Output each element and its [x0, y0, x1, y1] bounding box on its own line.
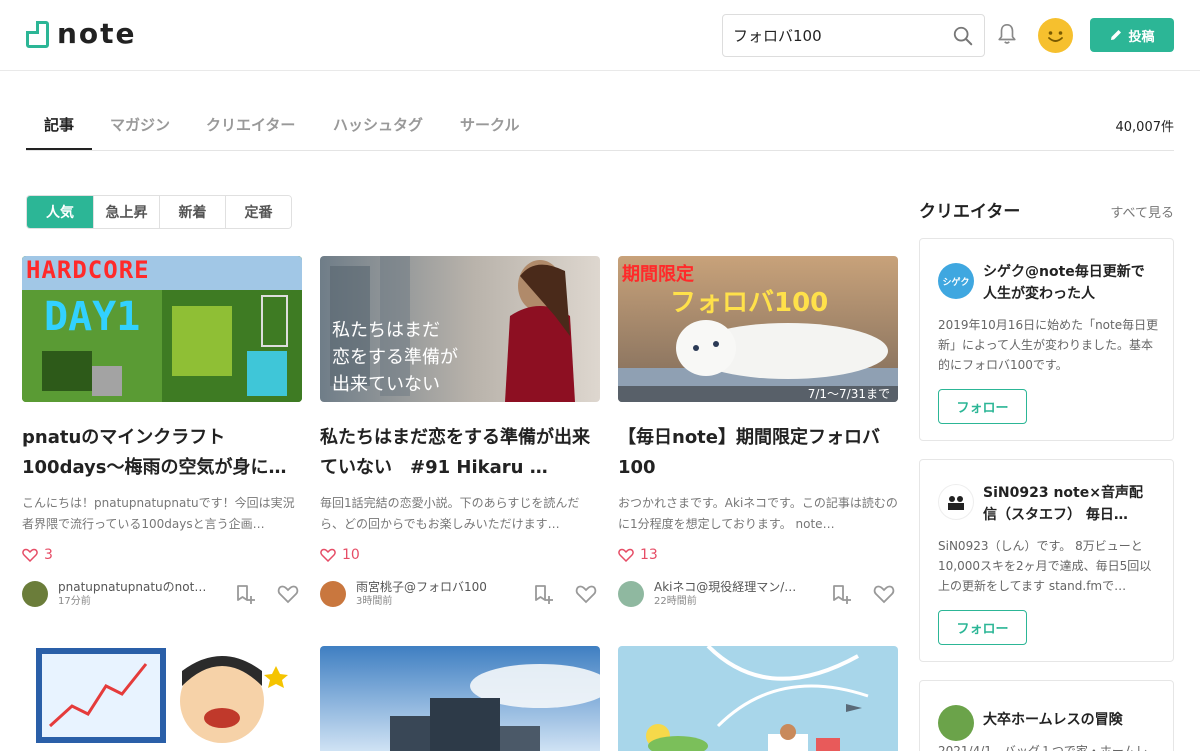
- author-name[interactable]: pnatupnatupnatuのnot…: [58, 580, 208, 595]
- article-thumbnail[interactable]: [320, 646, 600, 751]
- tab-creators[interactable]: クリエイター: [206, 114, 295, 135]
- thumbnail-caption: DAY1: [44, 294, 141, 340]
- thumbnail-caption: 出来ていない: [332, 374, 440, 395]
- tab-articles[interactable]: 記事: [44, 114, 74, 135]
- like-heart-icon[interactable]: [574, 582, 598, 606]
- like-heart-icon[interactable]: [276, 582, 300, 606]
- post-time: 3時間前: [356, 595, 393, 607]
- creator-name[interactable]: 大卒ホームレスの冒険: [983, 709, 1153, 731]
- creator-avatar[interactable]: [938, 484, 974, 520]
- add-to-magazine-icon[interactable]: [532, 582, 556, 606]
- article-excerpt: おつかれさまです。Akiネコです。この記事は読むのに1分程度を想定しております。…: [618, 496, 898, 531]
- article-thumbnail[interactable]: [618, 646, 898, 751]
- heart-outline-icon: [22, 548, 38, 562]
- post-time: 17分前: [58, 595, 91, 607]
- creators-heading: クリエイター: [919, 202, 1021, 222]
- thumbnail-caption: 私たちはまだ: [332, 320, 440, 341]
- like-heart-icon[interactable]: [872, 582, 896, 606]
- creator-description: SiN0923（しん）です。 8万ビューと10,000スキを2ヶ月で達成、毎日5…: [938, 539, 1152, 593]
- tab-magazines[interactable]: マガジン: [110, 114, 170, 135]
- sort-segment: 人気 急上昇 新着 定番: [26, 195, 292, 229]
- pencil-icon: [1111, 30, 1122, 40]
- like-count-value: 10: [342, 547, 360, 563]
- thumbnail-caption: フォロバ100: [670, 288, 829, 318]
- creator-card: シゲク シゲク@note毎日更新で人生が変わった人 2019年10月16日に始め…: [919, 238, 1174, 441]
- post-button[interactable]: 投稿: [1090, 18, 1174, 52]
- article-card[interactable]: 私たちはまだ 恋をする準備が 出来ていない 私たちはまだ恋をする準備が出来ていな…: [320, 256, 600, 609]
- author-avatar[interactable]: [320, 581, 346, 607]
- creator-description: 2019年10月16日に始めた「note毎日更新」によって人生が変わりました。基…: [938, 318, 1159, 372]
- note-logo[interactable]: note: [26, 20, 137, 48]
- article-thumbnail[interactable]: 期間限定 フォロバ100 7/1〜7/31まで: [618, 256, 898, 402]
- creator-name[interactable]: SiN0923 note×音声配信（スタエフ） 毎日…: [983, 482, 1153, 526]
- search-input[interactable]: [723, 15, 938, 56]
- article-excerpt: 毎回1話完結の恋愛小説。下のあらすじを読んだら、どの回からでもお楽しみいただけま…: [320, 496, 580, 531]
- author-avatar[interactable]: [618, 581, 644, 607]
- article-card[interactable]: HARDCORE DAY1 pnatuのマインクラフト100days～梅雨の空気…: [22, 256, 302, 609]
- tab-hashtags[interactable]: ハッシュタグ: [333, 114, 423, 135]
- creator-card: SiN0923 note×音声配信（スタエフ） 毎日… SiN0923（しん）で…: [919, 459, 1174, 662]
- creator-avatar[interactable]: シゲク: [938, 263, 974, 299]
- author-avatar[interactable]: [22, 581, 48, 607]
- article-title[interactable]: 私たちはまだ恋をする準備が出来ていない #91 Hikaru …: [320, 423, 600, 483]
- search-box: [722, 14, 985, 57]
- heart-outline-icon: [320, 548, 336, 562]
- creator-logo-icon: [948, 496, 964, 510]
- creator-card: 大卒ホームレスの冒険 2021/4/1 バッグ１つで家・ホームレ: [919, 680, 1174, 751]
- creator-avatar-text: シゲク: [942, 277, 970, 288]
- author-name[interactable]: Akiネコ@現役経理マン/期…: [654, 580, 804, 595]
- like-count: 3: [22, 545, 302, 565]
- user-avatar[interactable]: [1038, 18, 1073, 53]
- article-card[interactable]: 期間限定 フォロバ100 7/1〜7/31まで 【毎日note】期間限定フォロバ…: [618, 256, 898, 609]
- like-count-value: 3: [44, 547, 53, 563]
- thumbnail-caption: 7/1〜7/31まで: [807, 387, 890, 401]
- logo-text: note: [57, 17, 137, 50]
- article-meta: 雨宮桃子@フォロバ100 3時間前: [320, 579, 600, 609]
- article-title[interactable]: pnatuのマインクラフト100days～梅雨の空気が身にしみ…: [22, 423, 302, 483]
- header: note 投稿: [0, 0, 1200, 71]
- article-title[interactable]: 【毎日note】期間限定フォロバ100: [618, 423, 898, 483]
- note-logo-icon: [26, 20, 49, 48]
- sort-new[interactable]: 新着: [159, 196, 225, 228]
- like-count-value: 13: [640, 547, 658, 563]
- like-count: 10: [320, 545, 600, 565]
- thumbnail-caption: HARDCORE: [26, 256, 150, 284]
- smiley-face-icon: [1048, 31, 1063, 42]
- article-meta: Akiネコ@現役経理マン/期… 22時間前: [618, 579, 898, 609]
- sort-trending[interactable]: 急上昇: [93, 196, 159, 228]
- post-time: 22時間前: [654, 595, 697, 607]
- follow-button[interactable]: フォロー: [938, 389, 1027, 424]
- creator-avatar[interactable]: [938, 705, 974, 741]
- creator-description: 2021/4/1 バッグ１つで家・ホームレ: [938, 744, 1148, 751]
- active-tab-indicator: [26, 148, 92, 150]
- article-thumbnail[interactable]: HARDCORE DAY1: [22, 256, 302, 402]
- follow-button[interactable]: フォロー: [938, 610, 1027, 645]
- add-to-magazine-icon[interactable]: [234, 582, 258, 606]
- sort-popular[interactable]: 人気: [27, 196, 93, 228]
- thumbnail-caption: 恋をする準備が: [332, 347, 458, 368]
- article-excerpt: こんにちは！pnatupnatupnatuです！今回は実況者界隈で流行っている1…: [22, 496, 295, 531]
- like-count: 13: [618, 545, 898, 565]
- article-meta: pnatupnatupnatuのnot… 17分前: [22, 579, 302, 609]
- creator-name[interactable]: シゲク@note毎日更新で人生が変わった人: [983, 261, 1153, 305]
- article-thumbnail[interactable]: [22, 646, 302, 751]
- post-button-label: 投稿: [1128, 29, 1155, 45]
- sort-standard[interactable]: 定番: [225, 196, 291, 228]
- search-type-tabs: 記事 マガジン クリエイター ハッシュタグ サークル 40,007件: [26, 100, 1174, 151]
- see-all-creators-link[interactable]: すべて見る: [1110, 202, 1174, 221]
- author-name[interactable]: 雨宮桃子@フォロバ100: [356, 580, 506, 595]
- search-icon[interactable]: [952, 25, 974, 47]
- article-thumbnail[interactable]: 私たちはまだ 恋をする準備が 出来ていない: [320, 256, 600, 402]
- tab-circles[interactable]: サークル: [460, 114, 520, 135]
- result-count: 40,007件: [1115, 120, 1175, 135]
- notification-bell-icon[interactable]: [996, 22, 1018, 46]
- add-to-magazine-icon[interactable]: [830, 582, 854, 606]
- heart-outline-icon: [618, 548, 634, 562]
